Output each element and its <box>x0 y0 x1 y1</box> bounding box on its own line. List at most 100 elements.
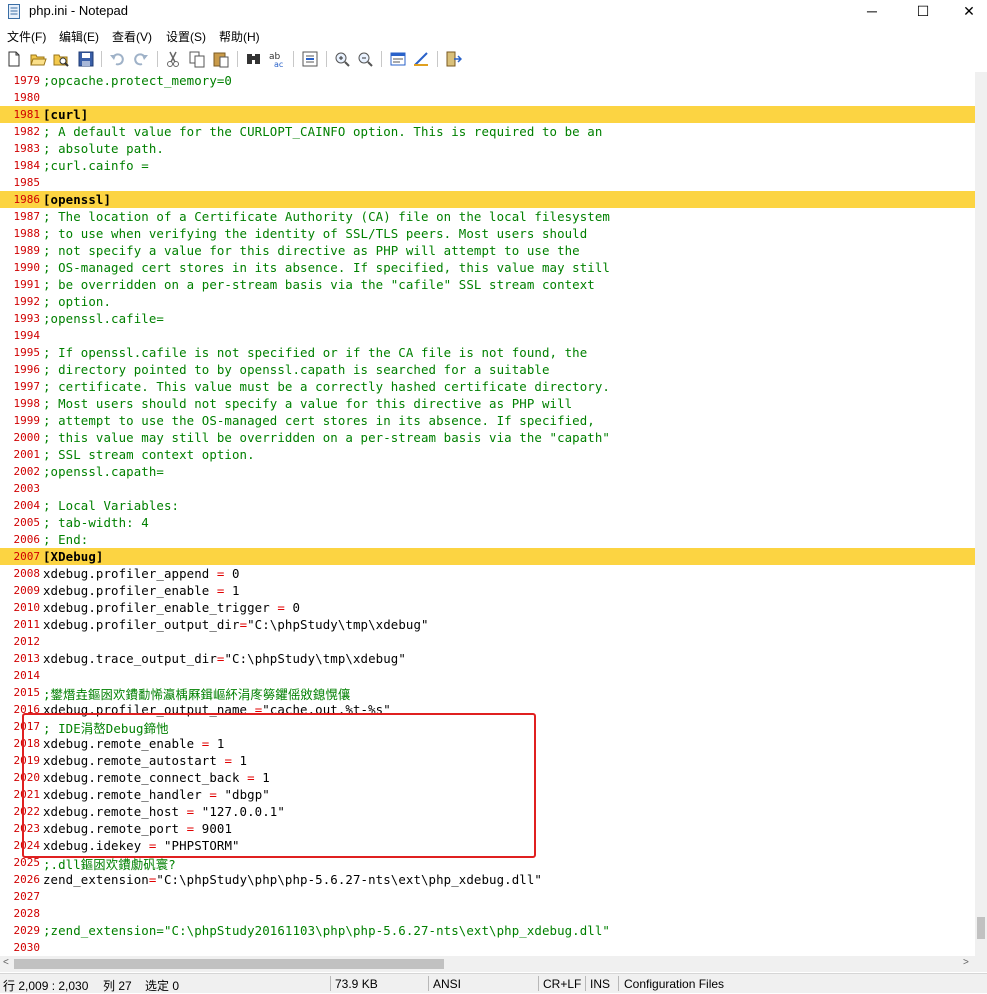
menu-settings[interactable]: 设置(S) <box>166 28 206 45</box>
paste-icon[interactable] <box>212 50 230 68</box>
line-number: 2028 <box>13 907 41 920</box>
menu-help[interactable]: 帮助(H) <box>219 28 260 45</box>
code-line: 2004; Local Variables: <box>0 497 975 514</box>
line-number: 1980 <box>13 91 41 104</box>
maximize-button[interactable]: ☐ <box>900 0 946 24</box>
toolbar-separator <box>101 51 102 67</box>
code-line: 1988; to use when verifying the identity… <box>0 225 975 242</box>
equals-sign: = <box>216 651 225 666</box>
line-text: ; tab-width: 4 <box>43 515 149 530</box>
equals-sign: = <box>209 787 217 802</box>
code-line: 2008 xdebug.profiler_append = 0 <box>0 565 975 582</box>
exit-icon[interactable] <box>444 50 462 68</box>
code-line: 2030 <box>0 939 975 956</box>
line-number: 1995 <box>13 346 41 359</box>
editor-text-area[interactable]: 1979 ;opcache.protect_memory=0 1980 1981 [cu… <box>0 72 975 956</box>
line-text: ; A default value for the CURLOPT_CAINFO… <box>43 124 603 139</box>
line-number: 1988 <box>13 227 41 240</box>
redo-icon[interactable] <box>132 50 150 68</box>
code-line: 1991; be overridden on a per-stream basi… <box>0 276 975 293</box>
scheme-icon[interactable] <box>412 50 430 68</box>
find-icon[interactable] <box>245 50 263 68</box>
horizontal-scroll-thumb[interactable] <box>14 959 444 969</box>
line-text: ; absolute path. <box>43 141 164 156</box>
window-title: php.ini - Notepad <box>29 3 129 18</box>
code-line: 2023 xdebug.remote_port = 9001 <box>0 820 975 837</box>
line-text: xdebug.idekey = "PHPSTORM" <box>43 838 240 853</box>
line-text: ; SSL stream context option. <box>43 447 255 462</box>
code-line: 2003 <box>0 480 975 497</box>
copy-icon[interactable] <box>188 50 206 68</box>
line-text: xdebug.profiler_output_dir="C:\phpStudy\… <box>43 617 429 632</box>
toolbar: ab ac <box>0 45 987 73</box>
save-icon[interactable] <box>77 50 95 68</box>
line-number: 1990 <box>13 261 41 274</box>
menu-file[interactable]: 文件(F) <box>7 28 46 45</box>
line-text: ; be overridden on a per-stream basis vi… <box>43 277 595 292</box>
line-number: 2006 <box>13 533 41 546</box>
line-text: ; If openssl.cafile is not specified or … <box>43 345 588 360</box>
code-line: 2017; IDE涓嶅Debug鍗忚 <box>0 718 975 736</box>
vertical-scroll-thumb[interactable] <box>977 917 985 939</box>
code-line: 1981 [curl] <box>0 106 975 123</box>
toolbar-separator <box>157 51 158 67</box>
scrollbar-corner <box>975 956 987 972</box>
code-line: 1986 [openssl] <box>0 191 975 208</box>
line-number: 2007 <box>13 550 41 563</box>
line-number: 1991 <box>13 278 41 291</box>
line-number: 2016 <box>13 703 41 716</box>
status-insert-mode: INS <box>590 977 611 991</box>
code-line: 2024 xdebug.idekey = "PHPSTORM" <box>0 837 975 854</box>
open-file-icon[interactable] <box>29 50 47 68</box>
code-line: 1989; not specify a value for this direc… <box>0 242 975 259</box>
code-line: 2002 ;openssl.capath= <box>0 463 975 480</box>
code-line: 2012 <box>0 633 975 650</box>
line-text: ; The location of a Certificate Authorit… <box>43 209 610 224</box>
cut-icon[interactable] <box>164 50 182 68</box>
scroll-left-arrow[interactable]: < <box>3 957 9 968</box>
line-text: ; End: <box>43 532 89 547</box>
status-eol: CR+LF <box>543 977 582 991</box>
status-column: 列 27 <box>103 979 132 993</box>
line-number: 1986 <box>13 193 41 206</box>
new-file-icon[interactable] <box>5 50 23 68</box>
line-number: 2001 <box>13 448 41 461</box>
undo-icon[interactable] <box>108 50 126 68</box>
line-number: 1993 <box>13 312 41 325</box>
horizontal-scrollbar[interactable]: < > <box>0 956 975 972</box>
title-bar[interactable]: php.ini - Notepad ─ ☐ ✕ <box>0 0 987 24</box>
line-number: 1989 <box>13 244 41 257</box>
code-line: 2011 xdebug.profiler_output_dir="C:\phpSt… <box>0 616 975 633</box>
code-line: 2010 xdebug.profiler_enable_trigger = 0 <box>0 599 975 616</box>
line-text: xdebug.remote_host = "127.0.0.1" <box>43 804 285 819</box>
line-number: 2000 <box>13 431 41 444</box>
wordwrap-icon[interactable] <box>389 50 407 68</box>
code-line: 1982; A default value for the CURLOPT_CA… <box>0 123 975 140</box>
close-button[interactable]: ✕ <box>946 0 987 24</box>
vertical-scrollbar[interactable] <box>975 72 987 956</box>
status-scheme: Configuration Files <box>624 977 725 991</box>
minimize-button[interactable]: ─ <box>849 0 895 24</box>
code-line: 2000; this value may still be overridden… <box>0 429 975 446</box>
goto-icon[interactable] <box>301 50 319 68</box>
reload-icon[interactable] <box>52 50 70 68</box>
zoom-out-icon[interactable] <box>356 50 374 68</box>
menu-edit[interactable]: 编辑(E) <box>59 28 99 45</box>
zoom-in-icon[interactable] <box>333 50 351 68</box>
scroll-right-arrow[interactable]: > <box>963 957 969 968</box>
toolbar-separator <box>293 51 294 67</box>
code-line: 1985 <box>0 174 975 191</box>
code-line: 2029 ;zend_extension="C:\phpStudy20161103… <box>0 922 975 939</box>
line-text: xdebug.remote_autostart = 1 <box>43 753 248 768</box>
status-encoding: ANSI <box>433 977 462 991</box>
line-number: 2008 <box>13 567 41 580</box>
line-text: ;zend_extension="C:\phpStudy20161103\php… <box>43 923 610 938</box>
code-line: 2009 xdebug.profiler_enable = 1 <box>0 582 975 599</box>
menu-view[interactable]: 查看(V) <box>112 28 152 45</box>
equals-sign: = <box>216 566 225 581</box>
replace-icon[interactable]: abac <box>268 50 286 68</box>
line-text: [XDebug] <box>43 549 104 564</box>
code-line: 2013 xdebug.trace_output_dir="C:\phpStudy… <box>0 650 975 667</box>
line-number: 2030 <box>13 941 41 954</box>
line-number: 2020 <box>13 771 41 784</box>
